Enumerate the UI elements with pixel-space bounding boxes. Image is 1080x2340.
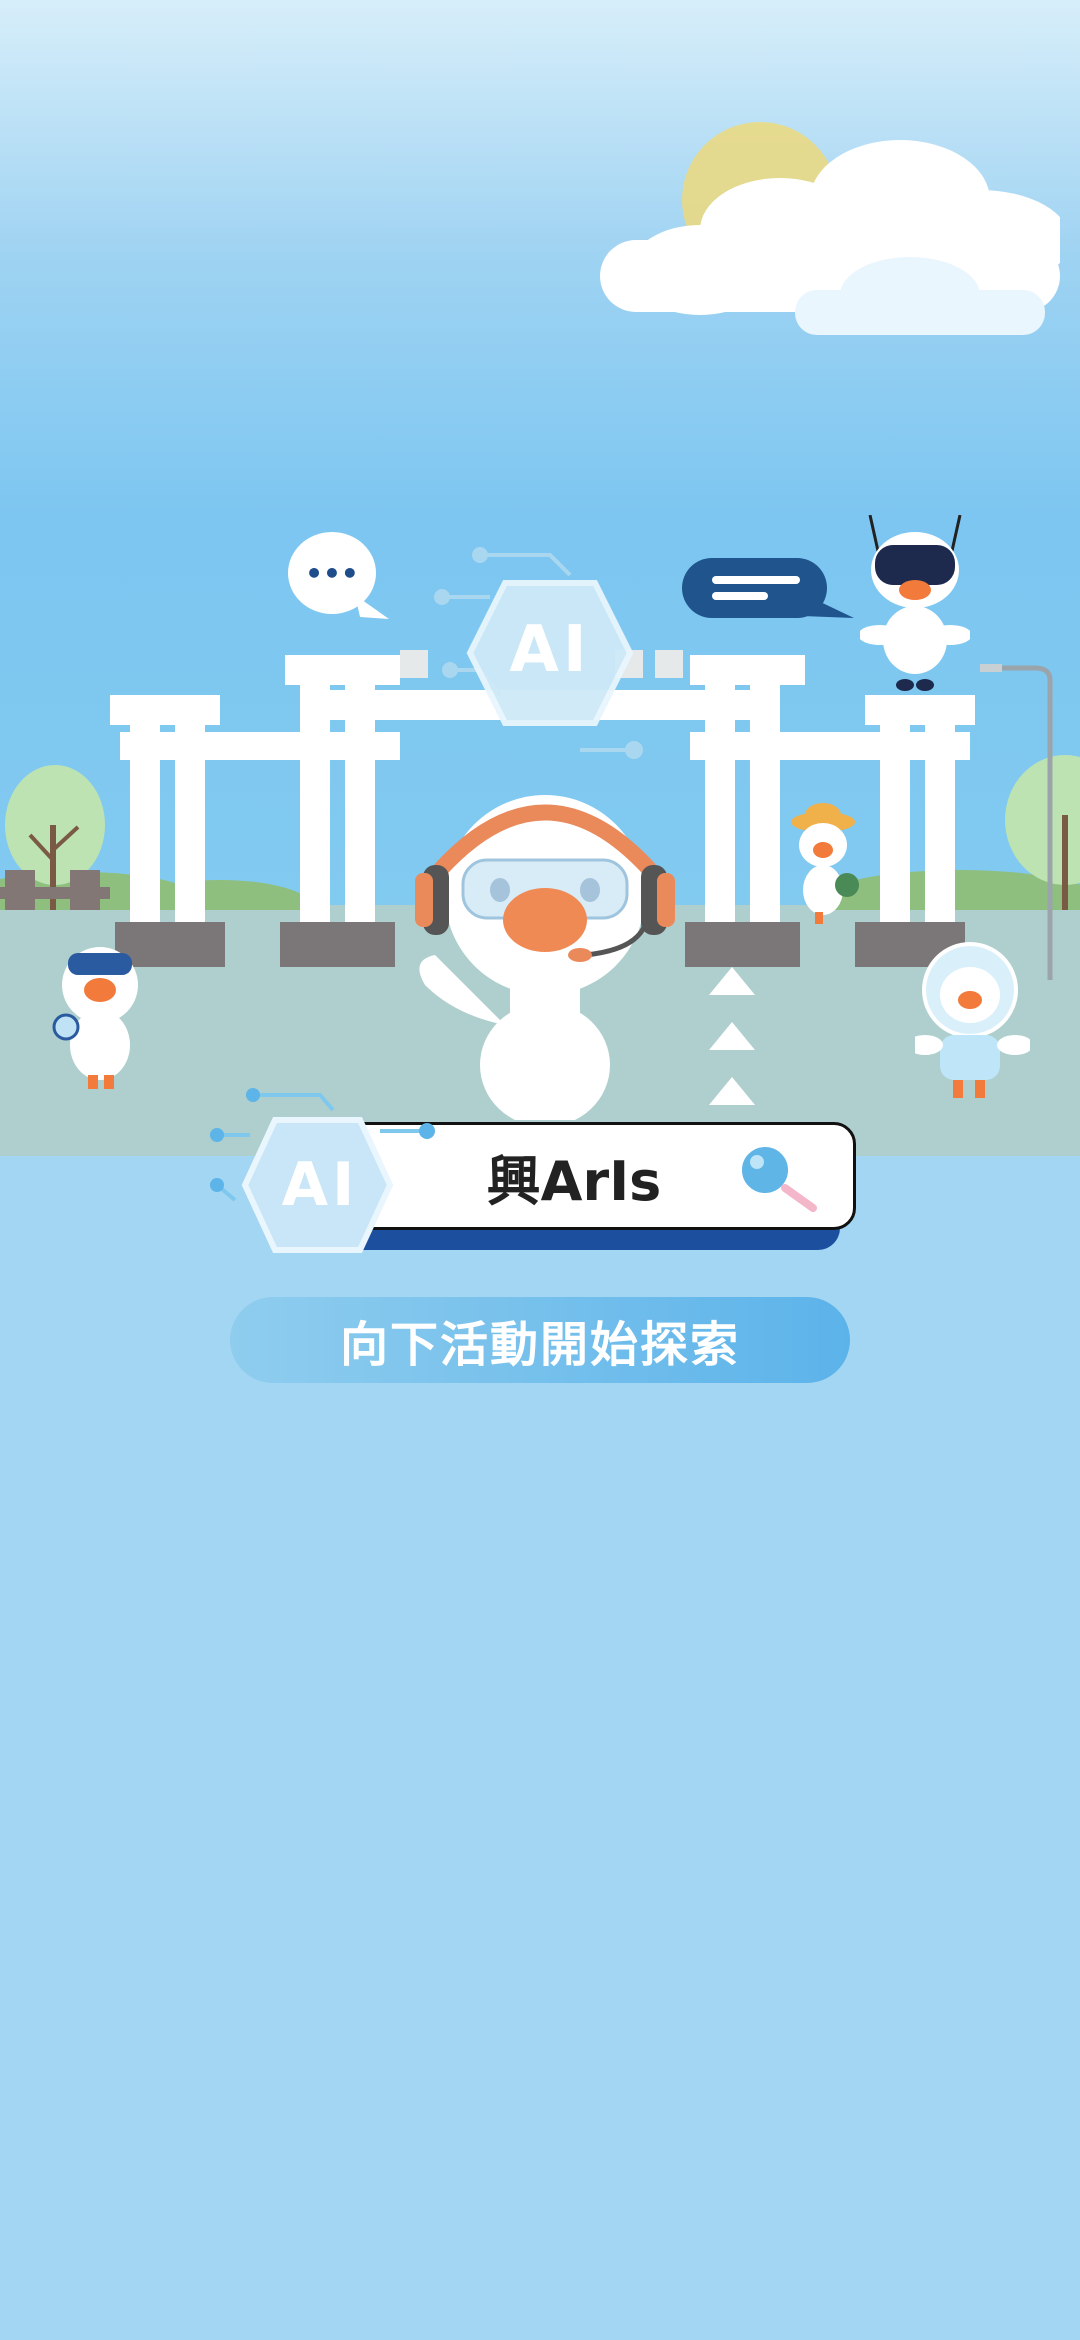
street-lamp [980, 664, 1053, 980]
fence-left [0, 870, 110, 910]
scroll-to-explore-button[interactable]: 向下活動開始探索 [230, 1297, 850, 1383]
scroll-to-explore-label: 向下活動開始探索 [339, 1317, 740, 1373]
speech-bubble-tail [355, 595, 389, 619]
speech-bubble-dots: ••• [305, 556, 359, 590]
magnifier-icon[interactable] [735, 1140, 820, 1215]
duck-astronaut [915, 942, 1030, 1098]
duck-goggles-left [52, 947, 138, 1089]
top-badge-text: AI [509, 613, 591, 687]
duck-straw-hat [791, 803, 859, 924]
duck-mascot-headphones [415, 795, 675, 1120]
clouds [600, 140, 1060, 315]
search-badge-text: AI [281, 1150, 359, 1220]
sun-clouds-illustration [600, 122, 1060, 335]
up-arrows-icon [709, 967, 755, 1105]
speech-bubble-lines-icon [682, 558, 854, 618]
duck-vr-headset [860, 515, 970, 691]
